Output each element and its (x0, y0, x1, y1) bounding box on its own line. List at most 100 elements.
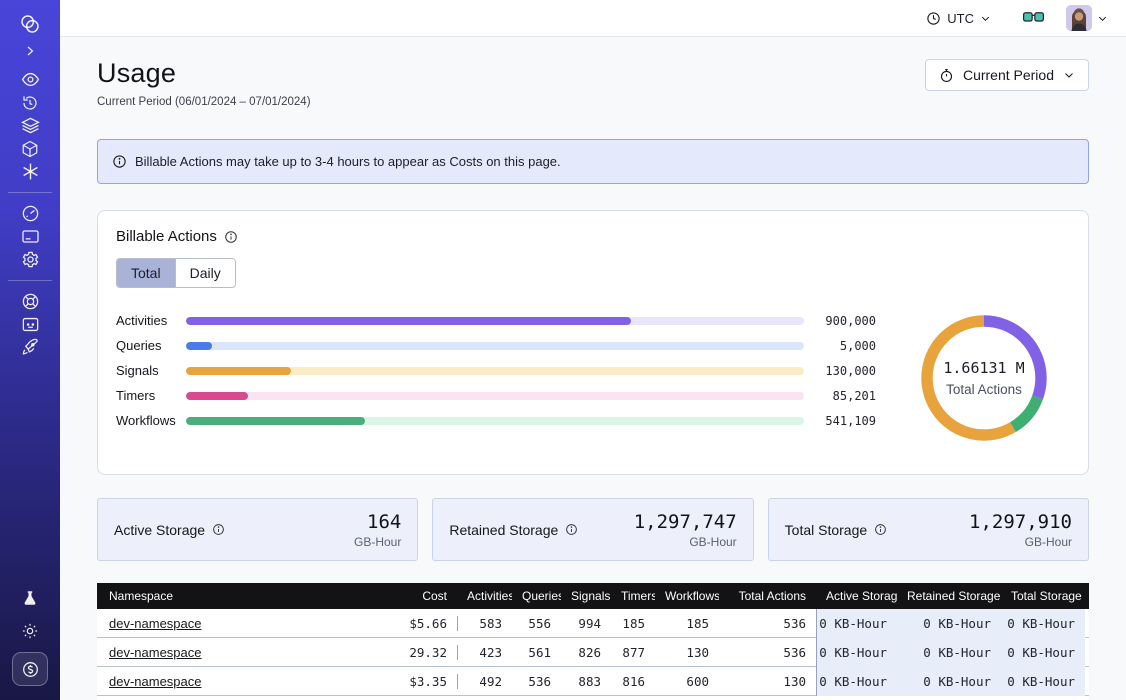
cell-total-actions: 536 (719, 616, 816, 631)
cell-active-storage: 0 KB-Hour (816, 667, 897, 696)
cell-cost: 29.32 (377, 645, 457, 660)
bar-label: Timers (116, 388, 186, 403)
topbar: UTC (60, 0, 1126, 37)
namespace-usage-table: Namespace Cost Activities Queries Signal… (97, 583, 1089, 700)
storage-card-label: Total Storage (785, 522, 868, 538)
temporal-logo-icon[interactable] (12, 12, 48, 35)
history-icon[interactable] (12, 91, 48, 114)
cell-active-storage: 0 KB-Hour (816, 609, 897, 638)
cell-activities: 492 (457, 674, 512, 689)
tab-total[interactable]: Total (117, 259, 175, 287)
namespace-link[interactable]: dev-namespace (109, 674, 202, 689)
period-dropdown-label: Current Period (963, 67, 1054, 83)
tab-daily[interactable]: Daily (175, 259, 235, 287)
sidebar (0, 0, 60, 700)
donut-total-label: Total Actions (943, 382, 1024, 397)
bar-label: Signals (116, 363, 186, 378)
namespace-link[interactable]: dev-namespace (109, 645, 202, 660)
user-menu[interactable] (1066, 5, 1108, 31)
labs-flask-icon[interactable] (12, 586, 48, 609)
storage-card-label: Retained Storage (449, 522, 558, 538)
chevron-down-icon (1063, 69, 1075, 81)
bar-label: Workflows (116, 413, 186, 428)
table-row: dev-namespace $3.35 492 536 883 816 600 … (97, 667, 1089, 696)
main-area: UTC (60, 0, 1126, 700)
support-lifebuoy-icon[interactable] (12, 290, 48, 313)
bar-row-workflows: Workflows 541,109 (116, 408, 876, 433)
table-row: dev-namespace $5.66 583 556 994 185 185 … (97, 609, 1089, 638)
billable-actions-card: Billable Actions Total Daily Activities … (97, 210, 1089, 475)
cell-activities: 583 (457, 616, 512, 631)
info-icon (112, 154, 127, 169)
col-namespace: Namespace (97, 589, 377, 603)
billing-card-icon[interactable] (12, 225, 48, 248)
info-banner: Billable Actions may take up to 3-4 hour… (97, 139, 1089, 184)
cell-total-storage: 0 KB-Hour (1001, 609, 1085, 638)
namespaces-icon[interactable] (12, 68, 48, 91)
storage-card-unit: GB-Hour (969, 535, 1072, 549)
col-total-storage: Total Storage (1001, 589, 1085, 603)
content: Usage Current Period (06/01/2024 – 07/01… (60, 37, 1126, 700)
storage-card-value: 164 (354, 511, 401, 533)
billable-view-tabs: Total Daily (116, 258, 236, 288)
bar-label: Activities (116, 313, 186, 328)
storage-card-value: 1,297,747 (634, 511, 737, 533)
cell-total-actions: 536 (719, 645, 816, 660)
deployments-cube-icon[interactable] (12, 137, 48, 160)
table-row-partial (97, 696, 1089, 700)
cell-signals: 883 (561, 674, 611, 689)
layers-icon[interactable] (12, 114, 48, 137)
cell-retained-storage: 0 KB-Hour (897, 667, 1001, 696)
col-total-actions: Total Actions (719, 589, 816, 603)
namespace-link[interactable]: dev-namespace (109, 616, 202, 631)
col-timers: Timers (611, 589, 655, 603)
bar-row-signals: Signals 130,000 (116, 358, 876, 383)
sidebar-bottom-group (12, 586, 48, 686)
info-banner-text: Billable Actions may take up to 3-4 hour… (135, 154, 561, 169)
storage-card-unit: GB-Hour (354, 535, 401, 549)
period-dropdown-button[interactable]: Current Period (925, 59, 1089, 91)
col-retained-storage: Retained Storage (897, 589, 1001, 603)
info-icon[interactable] (874, 523, 887, 536)
plan-coin-button[interactable] (12, 652, 48, 686)
cell-total-actions: 130 (719, 674, 816, 689)
chevron-down-icon (1097, 13, 1108, 24)
storage-card-unit: GB-Hour (634, 535, 737, 549)
cell-timers: 185 (611, 616, 655, 631)
cell-queries: 536 (512, 674, 561, 689)
nexus-asterisk-icon[interactable] (12, 160, 48, 183)
info-icon[interactable] (224, 230, 238, 244)
billable-bar-chart: Activities 900,000 Queries 5,000 Signals… (116, 308, 898, 433)
cell-retained-storage: 0 KB-Hour (897, 638, 1001, 667)
sidebar-divider (8, 192, 52, 193)
page-subtitle: Current Period (06/01/2024 – 07/01/2024) (97, 96, 311, 108)
theme-sun-icon[interactable] (12, 619, 48, 642)
active-storage-card: Active Storage 164 GB-Hour (97, 498, 418, 561)
bar-value: 541,109 (804, 414, 876, 428)
table-row: dev-namespace 29.32 423 561 826 877 130 … (97, 638, 1089, 667)
settings-gear-icon[interactable] (12, 248, 48, 271)
cell-queries: 561 (512, 645, 561, 660)
table-header: Namespace Cost Activities Queries Signal… (97, 583, 1089, 609)
usage-gauge-icon[interactable] (12, 202, 48, 225)
bar-value: 85,201 (804, 389, 876, 403)
rocket-icon[interactable] (12, 336, 48, 359)
total-storage-card: Total Storage 1,297,910 GB-Hour (768, 498, 1089, 561)
storage-card-label: Active Storage (114, 522, 205, 538)
info-icon[interactable] (212, 523, 225, 536)
info-icon[interactable] (565, 523, 578, 536)
total-actions-donut: 1.66131 M Total Actions (898, 302, 1070, 454)
console-icon[interactable] (12, 313, 48, 336)
storage-card-value: 1,297,910 (969, 511, 1072, 533)
cell-workflows: 600 (655, 674, 719, 689)
cell-cost: $3.35 (377, 674, 457, 689)
bar-value: 5,000 (804, 339, 876, 353)
cell-workflows: 185 (655, 616, 719, 631)
timezone-picker[interactable]: UTC (926, 11, 991, 26)
billable-actions-title: Billable Actions (116, 228, 217, 245)
collapse-chevron-icon[interactable] (12, 39, 48, 62)
feedback-glasses-icon[interactable] (1023, 11, 1044, 25)
sidebar-divider (8, 280, 52, 281)
avatar (1066, 5, 1092, 31)
bar-row-queries: Queries 5,000 (116, 333, 876, 358)
